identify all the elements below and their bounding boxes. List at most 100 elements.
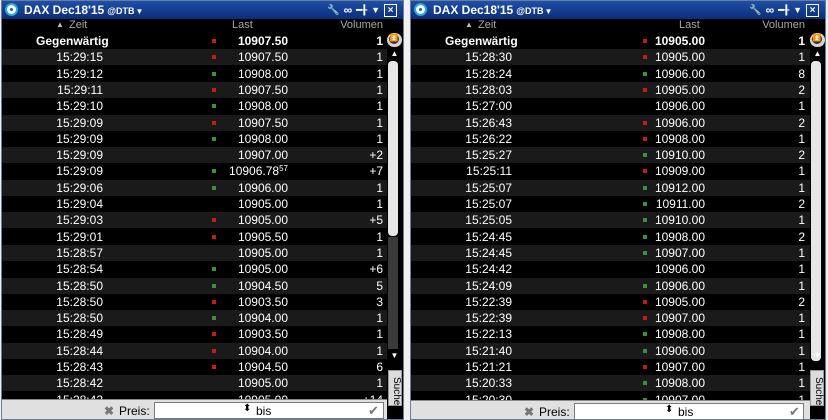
trade-row[interactable]: 15:28:24 10906.00 8 <box>411 66 810 82</box>
trade-row[interactable]: 15:28:49 10903.50 1 <box>2 326 387 342</box>
trade-row[interactable]: 15:22:39 10907.00 1 <box>411 310 810 327</box>
uptick-marker <box>643 185 647 190</box>
current-trade-row[interactable]: Gegenwärtig 10905.00 1 <box>411 33 810 49</box>
close-icon[interactable]: × <box>384 3 397 17</box>
caret-down-icon[interactable]: ▼ <box>136 7 144 16</box>
scroll-down-arrow[interactable]: ▼ <box>810 351 825 362</box>
trade-row[interactable]: 15:29:04 10905.00 1 <box>2 196 387 212</box>
checkmark-icon[interactable]: ✔ <box>368 403 379 419</box>
trade-price: 10906.00 <box>655 262 705 276</box>
link-icon[interactable]: ∞ <box>766 3 775 17</box>
trade-row[interactable]: 15:29:15 10907.50 1 <box>2 49 387 66</box>
current-trade-row[interactable]: Gegenwärtig 10907.50 1 <box>2 33 387 49</box>
trade-row[interactable]: 15:24:42 10906.00 1 <box>411 261 810 277</box>
trade-time: 15:28:03 <box>465 82 512 97</box>
trade-row[interactable]: 15:28:42 10905.00 1 <box>2 375 387 392</box>
trade-row[interactable]: 15:28:03 10905.00 2 <box>411 81 810 98</box>
scroll-down-arrow[interactable]: ▼ <box>387 351 402 362</box>
column-header-time[interactable]: Zeit <box>478 19 496 31</box>
trade-row[interactable]: 15:29:09 10906.7857 +7 <box>2 163 387 179</box>
trade-row[interactable]: 15:25:07 10912.00 1 <box>411 179 810 196</box>
scrollbar-thumb[interactable] <box>388 61 398 236</box>
trade-row[interactable]: 15:28:30 10905.00 1 <box>411 49 810 66</box>
trade-price-value: 10906.00 <box>654 99 705 114</box>
vertical-scrollbar[interactable]: ⏫ ▲ ▼ <box>810 33 825 369</box>
trade-row[interactable]: 15:25:27 10910.00 2 <box>411 147 810 164</box>
close-icon[interactable]: × <box>806 3 819 17</box>
scrollbar-track[interactable] <box>388 237 398 349</box>
trade-row[interactable]: 15:28:43 10904.50 6 <box>2 359 387 375</box>
trade-row[interactable]: 15:29:01 10905.50 1 <box>2 229 387 245</box>
trade-row[interactable]: 15:21:40 10906.00 1 <box>411 342 810 359</box>
column-header-time[interactable]: Zeit <box>69 19 87 31</box>
trade-price: 10905.00 <box>655 295 705 309</box>
search-side-tab[interactable]: Suche <box>810 370 824 406</box>
column-header-volume[interactable]: Volumen <box>340 19 383 31</box>
column-header-last[interactable]: Last <box>232 19 253 31</box>
caret-down-icon[interactable]: ▼ <box>545 7 553 16</box>
trade-row[interactable]: 15:26:43 10906.00 2 <box>411 114 810 131</box>
scrollbar-thumb[interactable] <box>811 61 821 361</box>
scroll-up-arrow[interactable]: ▲ <box>810 49 825 60</box>
trade-price-value: 10906.00 <box>654 262 705 277</box>
trade-row[interactable]: 15:22:13 10908.00 1 <box>411 326 810 342</box>
window-title[interactable]: DAX Dec18'15 @DTB▼ <box>433 3 552 17</box>
window-title[interactable]: DAX Dec18'15 @DTB▼ <box>24 3 143 17</box>
checkmark-icon[interactable]: ✔ <box>789 404 800 419</box>
trade-row[interactable]: 15:25:05 10910.00 1 <box>411 212 810 229</box>
trade-row[interactable]: 15:27:00 10906.00 1 <box>411 98 810 114</box>
trade-row[interactable]: 15:28:44 10904.00 1 <box>2 342 387 359</box>
trade-time: 15:20:33 <box>465 376 512 391</box>
trade-row[interactable]: 15:29:11 10907.50 1 <box>2 81 387 98</box>
sort-ascending-icon[interactable]: ▲ <box>465 20 473 29</box>
scroll-to-top-button[interactable]: ⏫ <box>810 33 825 47</box>
column-header-last[interactable]: Last <box>679 19 700 31</box>
x-clear-icon[interactable]: ✖ <box>524 405 534 419</box>
column-header-volume[interactable]: Volumen <box>762 19 805 31</box>
trade-row[interactable]: 15:29:09 10907.50 1 <box>2 114 387 131</box>
spinner-icon[interactable]: ⬍ <box>243 403 251 414</box>
vertical-scrollbar[interactable]: ⏫ ▲ ▼ <box>387 33 402 369</box>
trade-row[interactable]: 15:24:45 10907.00 1 <box>411 244 810 261</box>
trade-row[interactable]: 15:28:50 10904.00 1 <box>2 310 387 327</box>
menu-arrow-icon[interactable]: ▼ <box>793 5 802 15</box>
trade-row[interactable]: 15:25:07 10911.00 2 <box>411 196 810 212</box>
spinner-icon[interactable]: ⬍ <box>665 404 673 415</box>
x-clear-icon[interactable]: ✖ <box>104 404 114 418</box>
trade-price: 10903.50 <box>238 327 288 341</box>
trade-row[interactable]: 15:28:54 10905.00 +6 <box>2 261 387 277</box>
trade-row[interactable]: 15:28:57 10905.00 1 <box>2 244 387 261</box>
trade-row[interactable]: 15:22:39 10905.00 2 <box>411 294 810 310</box>
trade-row[interactable]: 15:24:09 10906.00 1 <box>411 277 810 294</box>
wrench-icon[interactable]: 🔧 <box>327 5 339 16</box>
trade-row[interactable]: 15:26:22 10908.00 1 <box>411 131 810 147</box>
trade-time: 15:25:11 <box>466 164 512 179</box>
trade-time: 15:26:22 <box>465 131 512 146</box>
trade-row[interactable]: 15:29:09 10907.00 +2 <box>2 147 387 164</box>
search-side-tab[interactable]: Suche <box>388 370 402 406</box>
trade-row[interactable]: 15:28:50 10904.50 5 <box>2 277 387 294</box>
uptick-marker <box>643 348 647 353</box>
scroll-to-top-button[interactable]: ⏫ <box>387 33 402 47</box>
trade-price: 10908.00 <box>238 132 288 146</box>
trade-row[interactable]: 15:29:09 10908.00 1 <box>2 131 387 147</box>
trade-volume: 1 <box>798 376 805 391</box>
pin-icon[interactable]: ━╂ <box>778 5 789 16</box>
pin-icon[interactable]: ━╂ <box>356 5 367 16</box>
trade-row[interactable]: 15:21:21 10907.00 1 <box>411 359 810 375</box>
trade-price: 10910.00 <box>655 148 705 162</box>
trade-row[interactable]: 15:29:10 10908.00 1 <box>2 98 387 114</box>
trade-price: 10906.00 <box>655 67 705 81</box>
scroll-up-arrow[interactable]: ▲ <box>387 49 402 60</box>
trade-row[interactable]: 15:25:11 10909.00 1 <box>411 163 810 179</box>
trade-row[interactable]: 15:28:50 10903.50 3 <box>2 294 387 310</box>
trade-row[interactable]: 15:29:03 10905.00 +5 <box>2 212 387 229</box>
trade-row[interactable]: 15:24:45 10908.00 2 <box>411 229 810 245</box>
trade-row[interactable]: 15:29:12 10908.00 1 <box>2 66 387 82</box>
link-icon[interactable]: ∞ <box>344 3 353 17</box>
wrench-icon[interactable]: 🔧 <box>749 5 761 16</box>
trade-row[interactable]: 15:29:06 10906.00 1 <box>2 179 387 196</box>
trade-row[interactable]: 15:20:33 10908.00 1 <box>411 375 810 392</box>
menu-arrow-icon[interactable]: ▼ <box>371 5 380 15</box>
sort-ascending-icon[interactable]: ▲ <box>56 20 64 29</box>
